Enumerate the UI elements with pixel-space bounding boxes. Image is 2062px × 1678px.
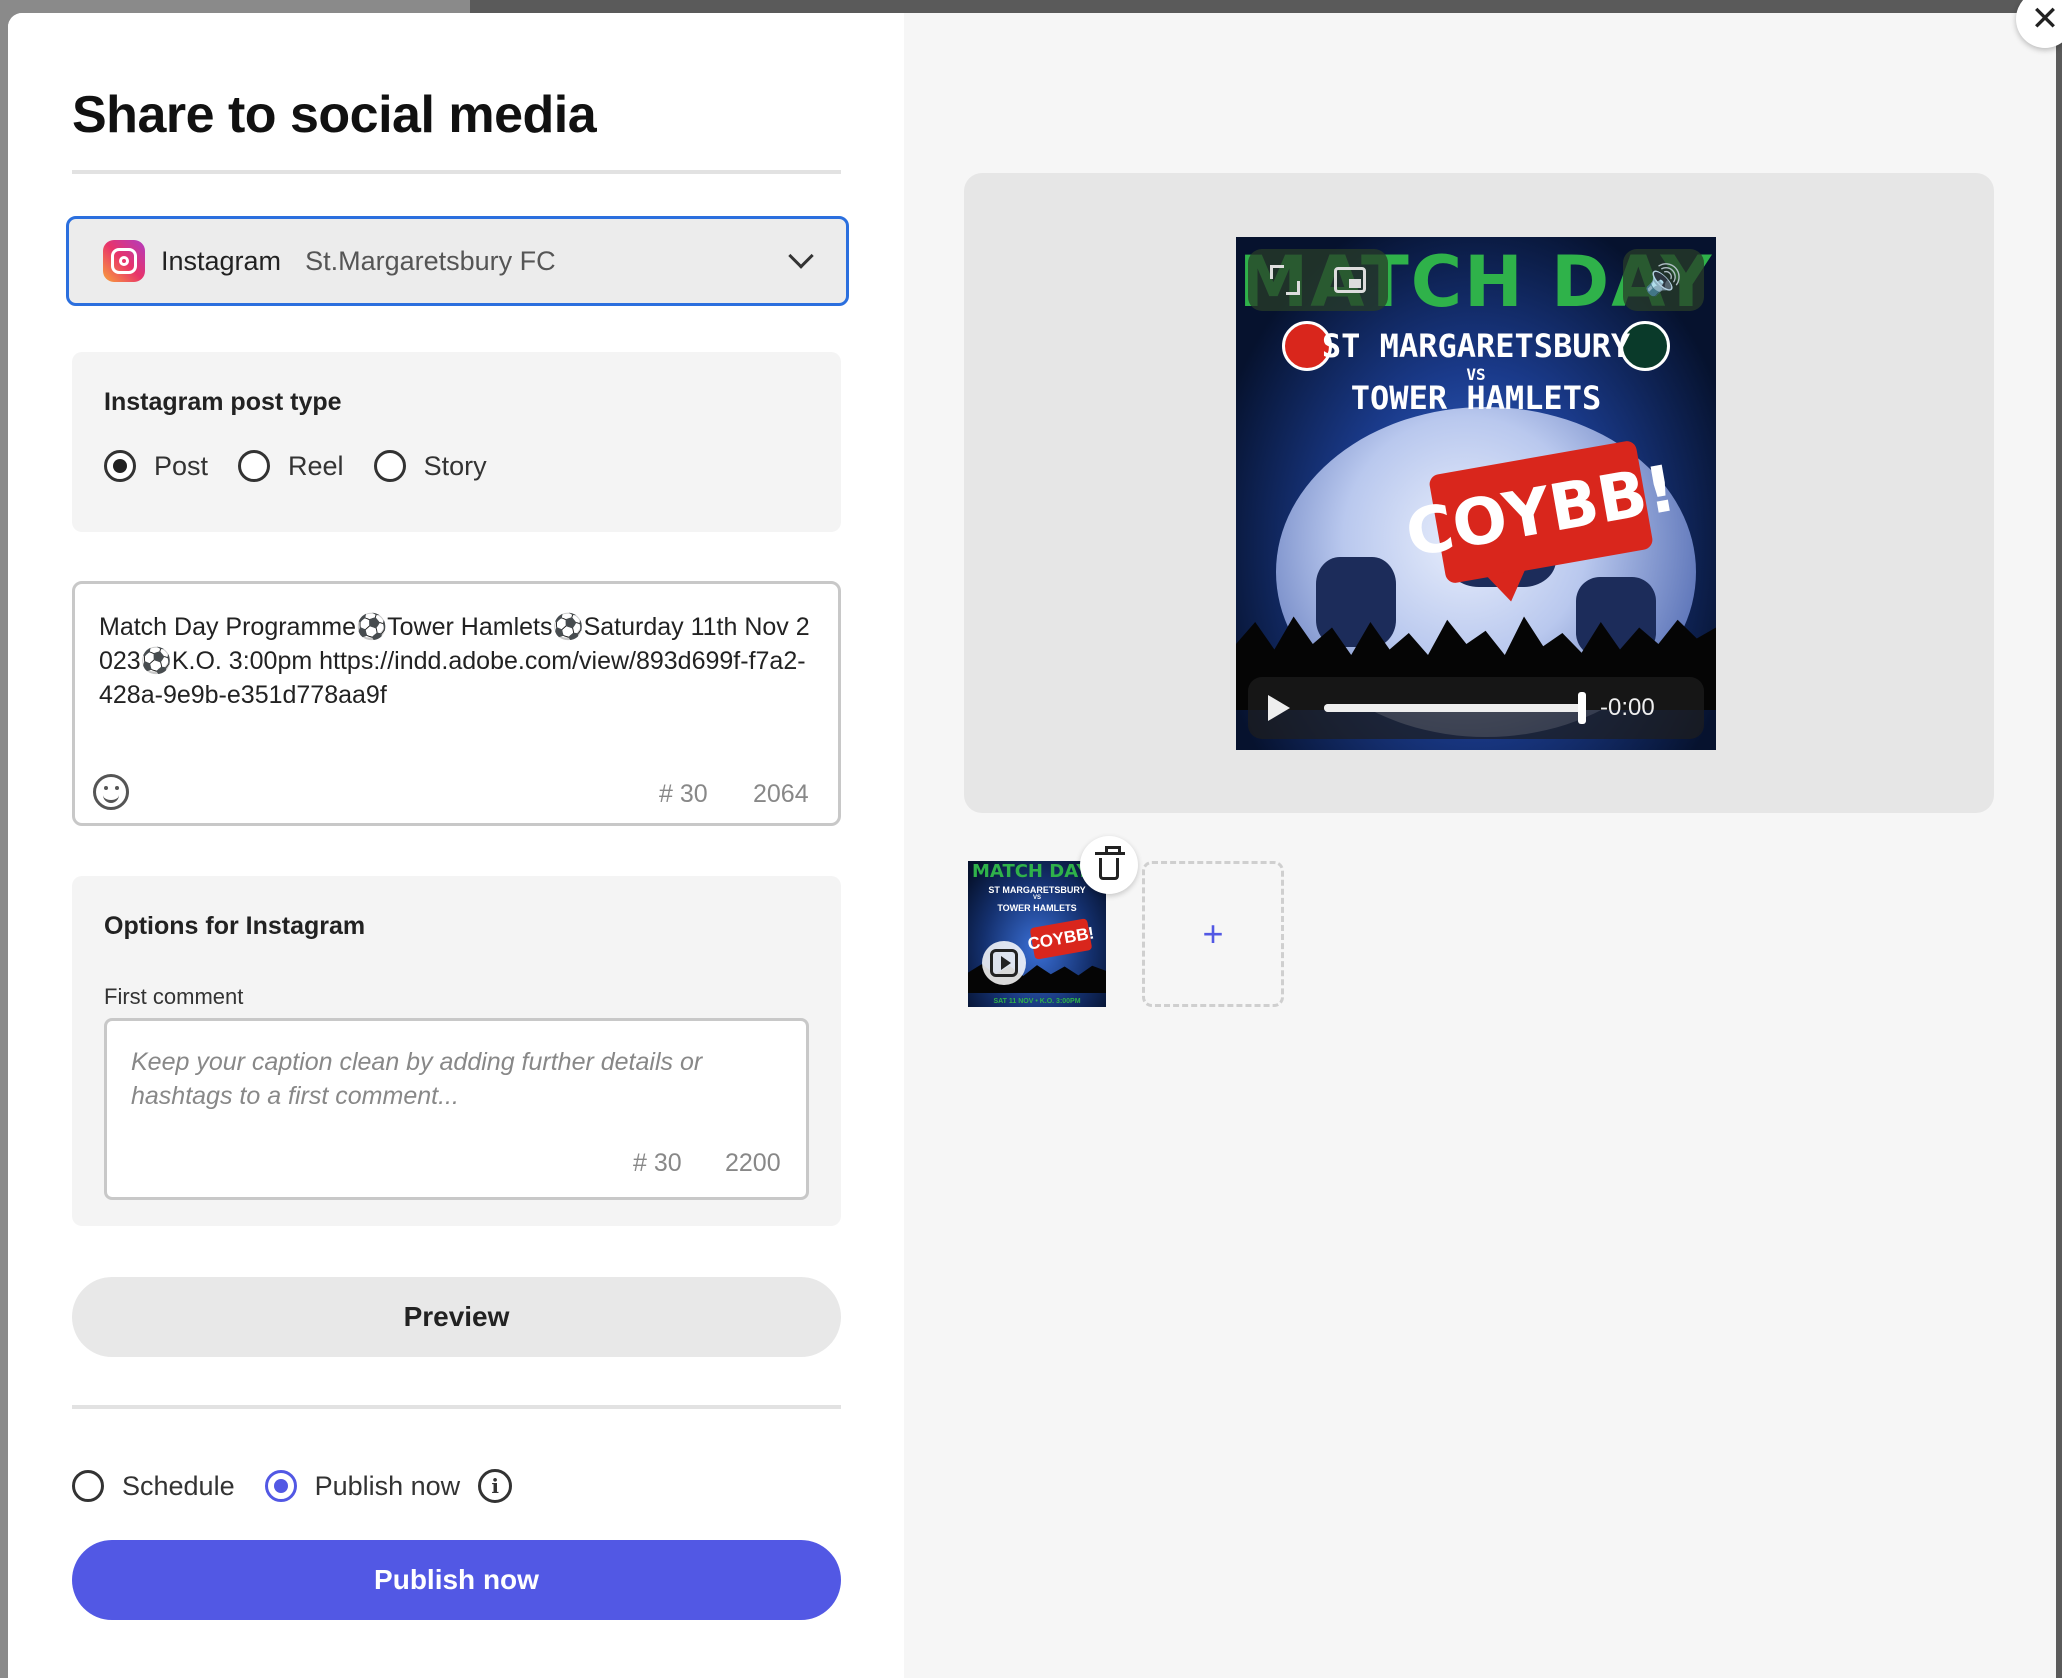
thumb-footer: SAT 11 NOV • K.O. 3:00PM bbox=[993, 998, 1081, 1005]
thumb-versus: VS bbox=[1032, 895, 1041, 901]
radio-post-label[interactable]: Post bbox=[154, 451, 208, 482]
caption-input[interactable]: Match Day Programme⚽Tower Hamlets⚽Saturd… bbox=[72, 581, 841, 826]
share-form-panel: Share to social media Instagram St.Marga… bbox=[8, 13, 904, 1678]
info-icon[interactable]: i bbox=[478, 1469, 513, 1503]
first-comment-input[interactable]: Keep your caption clean by adding furthe… bbox=[104, 1018, 809, 1200]
first-comment-label: First comment bbox=[104, 984, 244, 1009]
post-type-options: Post Reel Story bbox=[104, 450, 517, 482]
comment-char-count: 2200 bbox=[725, 1149, 781, 1177]
close-icon: ✕ bbox=[2030, 0, 2060, 38]
emoji-icon[interactable] bbox=[93, 774, 129, 810]
radio-publish-now-label[interactable]: Publish now bbox=[315, 1471, 461, 1502]
media-panel: MATCH DAY ST MARGARETSBURY VS TOWER HAML… bbox=[904, 13, 2056, 1678]
seek-bar[interactable] bbox=[1324, 692, 1586, 724]
caption-char-count: 2064 bbox=[753, 780, 809, 808]
video-player[interactable]: MATCH DAY ST MARGARETSBURY VS TOWER HAML… bbox=[1236, 237, 1716, 750]
radio-story[interactable] bbox=[373, 450, 406, 482]
trash-icon bbox=[1095, 846, 1125, 880]
account-name: St.Margaretsbury FC bbox=[305, 245, 556, 276]
video-badge-icon bbox=[982, 941, 1026, 985]
publish-now-button[interactable]: Publish now bbox=[72, 1540, 841, 1620]
radio-story-label[interactable]: Story bbox=[424, 451, 487, 482]
instagram-options-panel: Options for Instagram First comment Keep… bbox=[72, 876, 841, 1226]
timing-options: Schedule Publish now i bbox=[72, 1469, 513, 1503]
post-type-heading: Instagram post type bbox=[104, 388, 342, 416]
expand-icon[interactable] bbox=[1270, 265, 1300, 295]
instagram-icon bbox=[103, 240, 145, 282]
thumb-team-away: TOWER HAMLETS bbox=[997, 903, 1077, 913]
play-icon[interactable] bbox=[1268, 695, 1290, 721]
add-media-button[interactable]: + bbox=[1142, 861, 1284, 1007]
post-type-panel: Instagram post type Post Reel Story bbox=[72, 352, 841, 532]
preview-button[interactable]: Preview bbox=[72, 1277, 841, 1357]
delete-media-button[interactable] bbox=[1080, 836, 1138, 894]
picture-in-picture-icon[interactable] bbox=[1334, 267, 1366, 293]
account-select[interactable]: Instagram St.Margaretsbury FC bbox=[66, 216, 849, 306]
bottom-divider bbox=[72, 1405, 841, 1409]
title-divider bbox=[72, 170, 841, 174]
share-dialog: Share to social media Instagram St.Marga… bbox=[8, 13, 2056, 1678]
radio-publish-now[interactable] bbox=[264, 1470, 297, 1502]
thumb-team-home: ST MARGARETSBURY bbox=[988, 885, 1086, 895]
team-away: TOWER HAMLETS bbox=[1350, 379, 1602, 417]
radio-reel[interactable] bbox=[238, 450, 271, 482]
radio-schedule-label[interactable]: Schedule bbox=[122, 1471, 235, 1502]
media-preview-frame: MATCH DAY ST MARGARETSBURY VS TOWER HAML… bbox=[964, 173, 1994, 813]
radio-reel-label[interactable]: Reel bbox=[288, 451, 344, 482]
dialog-title: Share to social media bbox=[72, 86, 597, 144]
seek-progress bbox=[1324, 704, 1582, 712]
chevron-down-icon bbox=[788, 243, 814, 269]
options-heading: Options for Instagram bbox=[104, 912, 366, 940]
comment-hashtag-count: # 30 bbox=[633, 1149, 682, 1177]
seek-handle[interactable] bbox=[1578, 692, 1586, 724]
radio-post[interactable] bbox=[104, 450, 136, 482]
caption-hashtag-count: # 30 bbox=[659, 780, 708, 808]
video-top-controls: 🔊 bbox=[1248, 249, 1704, 311]
thumb-title: MATCH DAY bbox=[972, 861, 1090, 882]
caption-text[interactable]: Match Day Programme⚽Tower Hamlets⚽Saturd… bbox=[99, 610, 819, 712]
account-platform: Instagram bbox=[161, 245, 282, 276]
volume-icon[interactable]: 🔊 bbox=[1645, 263, 1682, 298]
radio-schedule[interactable] bbox=[72, 1470, 104, 1502]
first-comment-placeholder: Keep your caption clean by adding furthe… bbox=[131, 1048, 703, 1110]
time-remaining: -0:00 bbox=[1600, 694, 1655, 721]
team-home: ST MARGARETSBURY bbox=[1321, 327, 1631, 365]
video-bottom-controls: -0:00 bbox=[1248, 677, 1704, 739]
